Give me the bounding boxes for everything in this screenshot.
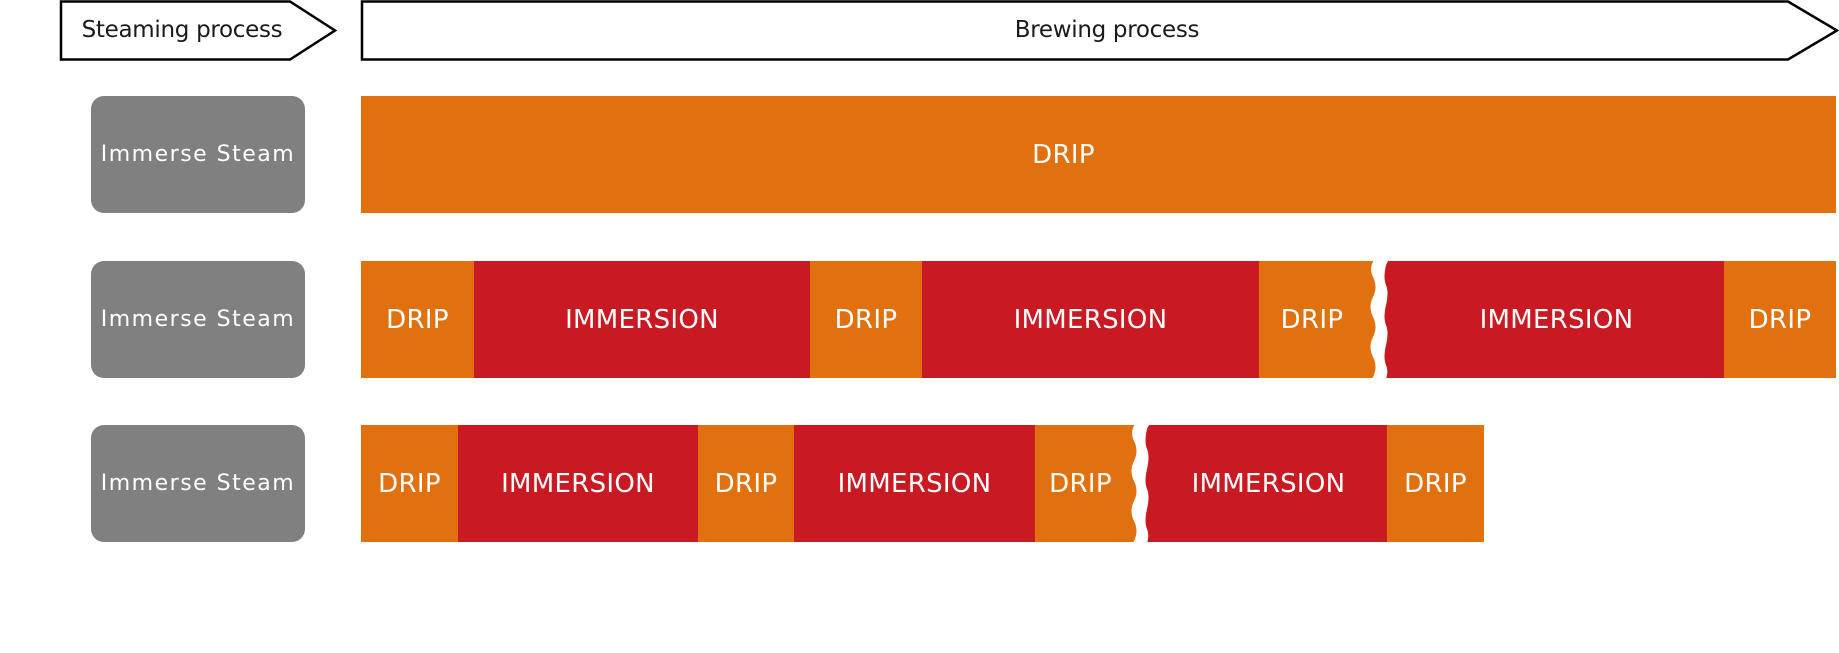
steam-box-label: Immerse Steam (100, 142, 296, 167)
segment-immersion: IMMERSION (458, 425, 698, 542)
segment-drip: DRIP (361, 261, 474, 378)
segment-label: DRIP (1032, 139, 1095, 170)
segment-label: DRIP (378, 468, 441, 499)
segment-immersion: IMMERSION (794, 425, 1035, 542)
segment-label: DRIP (386, 304, 449, 335)
segment-drip: DRIP (361, 425, 458, 542)
steaming-process-label: Steaming process (81, 17, 283, 43)
segment-immersion: IMMERSION (922, 261, 1259, 378)
segment-label: DRIP (1280, 304, 1344, 335)
segment-label: IMMERSION (1013, 304, 1168, 335)
segment-drip: DRIP (361, 96, 1836, 213)
steam-box-row-2: Immerse Steam (91, 261, 305, 378)
segment-label: DRIP (1404, 468, 1467, 499)
segment-drip: DRIP (1724, 261, 1836, 378)
segment-immersion: IMMERSION (474, 261, 810, 378)
brewing-process-label: Brewing process (1014, 17, 1200, 43)
segment-label: IMMERSION (1191, 468, 1346, 499)
time-break-wave-row-3 (1131, 421, 1151, 546)
segment-label: IMMERSION (837, 468, 992, 499)
segment-drip: DRIP (810, 261, 922, 378)
segment-immersion: IMMERSION (1140, 425, 1387, 542)
segment-drip: DRIP (1387, 425, 1484, 542)
steam-box-row-1: Immerse Steam (91, 96, 305, 213)
segment-immersion: IMMERSION (1379, 261, 1724, 378)
segment-label: IMMERSION (1479, 304, 1634, 335)
steam-box-row-3: Immerse Steam (91, 425, 305, 542)
segment-label: IMMERSION (565, 304, 719, 335)
steam-box-label: Immerse Steam (100, 307, 296, 332)
steam-box-label: Immerse Steam (100, 471, 296, 496)
segment-label: IMMERSION (501, 468, 655, 499)
segment-drip: DRIP (698, 425, 794, 542)
segment-label: DRIP (714, 468, 778, 499)
segment-label: DRIP (1748, 304, 1812, 335)
segment-label: DRIP (834, 304, 898, 335)
segment-label: DRIP (1049, 468, 1112, 499)
segment-drip: DRIP (1259, 261, 1379, 378)
time-break-wave-row-2 (1370, 257, 1390, 382)
